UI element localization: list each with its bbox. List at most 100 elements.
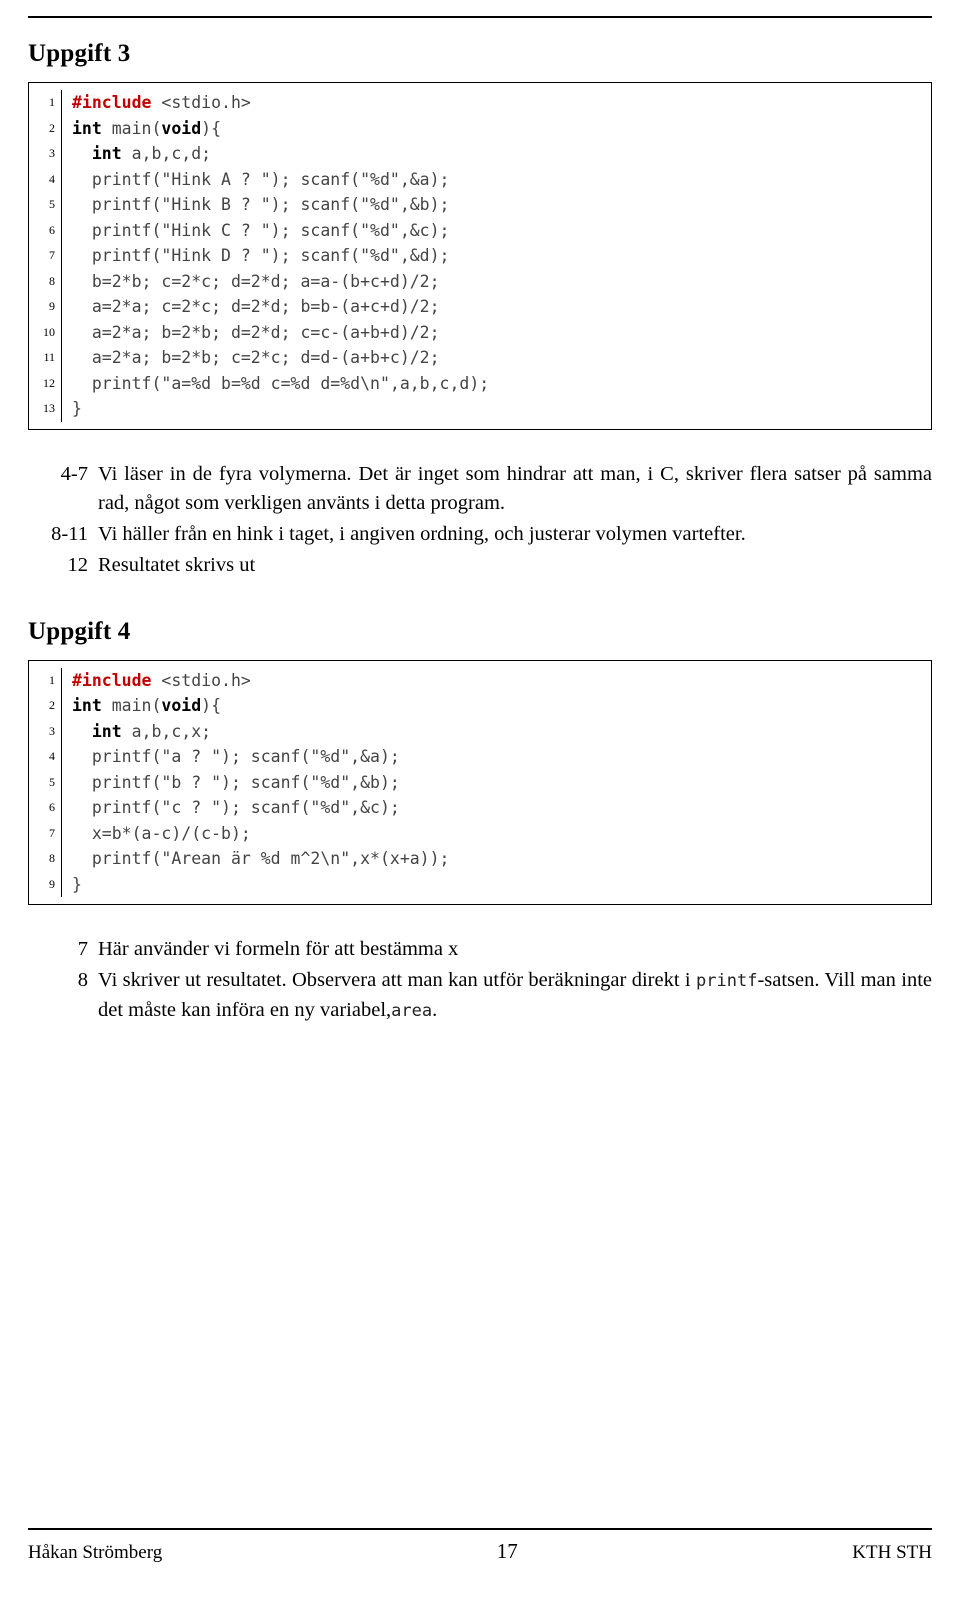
footer-page-number: 17 — [496, 1539, 518, 1563]
note-text-before: Vi skriver ut resultatet. Observera att … — [98, 969, 697, 991]
code-token: } — [72, 399, 82, 418]
code-table: 1 #include <stdio.h> 2 int main(void){3 int… — [29, 667, 932, 897]
code-line-number: 10 — [29, 319, 62, 345]
code-line-text: a=2*a; c=2*c; d=2*d; b=b-(a+c+d)/2; — [62, 294, 932, 320]
code-line-text: int a,b,c,d; — [62, 141, 932, 167]
code-line: 11 a=2*a; b=2*b; c=2*c; d=d-(a+b+c)/2; — [29, 345, 931, 371]
code-token: main( — [101, 118, 162, 138]
section-title-uppgift-3: Uppgift 3 — [28, 40, 131, 67]
code-token: printf("Hink D ? "); scanf("%d",&d); — [72, 246, 450, 265]
code-line-number: 4 — [29, 744, 62, 770]
code-line-number: 5 — [29, 769, 62, 795]
code-line-number: 9 — [29, 871, 62, 897]
code-line-text: #include <stdio.h> — [62, 90, 932, 116]
code-token: a=2*a; c=2*c; d=2*d; b=b-(a+c+d)/2; — [72, 297, 440, 316]
note-text-rich: Vi skriver ut resultatet. Observera att … — [98, 966, 932, 1026]
footer-row: Håkan Strömberg 17 KTH STH — [28, 1530, 932, 1564]
code-line-text: printf("Hink D ? "); scanf("%d",&d); — [62, 243, 932, 269]
code-line-text: b=2*b; c=2*c; d=2*d; a=a-(b+c+d)/2; — [62, 269, 932, 295]
code-line-number: 1 — [29, 90, 62, 116]
page-footer: Håkan Strömberg 17 KTH STH — [28, 1528, 932, 1564]
code-token: void — [161, 118, 202, 138]
code-line-text: printf("a=%d b=%d c=%d d=%d\n",a,b,c,d); — [62, 371, 932, 397]
note-text: Vi häller från en hink i taget, i angive… — [98, 522, 746, 545]
note-row: 4-7 Vi läser in de fyra volymerna. Det ä… — [46, 460, 932, 518]
code-line: 4 printf("Hink A ? "); scanf("%d",&a); — [29, 166, 932, 193]
code-token: x=b*(a-c)/(c-b); — [72, 823, 251, 843]
code-token: a,b,c,d; — [121, 144, 212, 163]
code-listing-uppgift-3: 1 #include <stdio.h> 2 int main(void){3 int… — [28, 82, 932, 430]
code-line-text: int a,b,c,x; — [62, 719, 932, 745]
code-token: printf("Hink C ? "); scanf("%d",&c); — [72, 220, 450, 240]
note-code-printf: printf — [696, 971, 758, 991]
code-token: int — [91, 144, 122, 163]
note-row: 12 Resultatet skrivs ut — [46, 551, 932, 580]
code-token: printf("Hink B ? "); scanf("%d",&b); — [72, 195, 450, 214]
code-token: #include — [72, 93, 152, 112]
code-line: 2 int main(void){ — [29, 693, 931, 719]
code-line-number: 11 — [29, 345, 62, 371]
code-line: 6 printf("c ? "); scanf("%d",&c); — [29, 795, 931, 821]
code-line-number: 13 — [29, 396, 62, 422]
code-line-number: 9 — [29, 294, 62, 320]
header-rule — [28, 16, 932, 18]
code-line: 5 printf("b ? "); scanf("%d",&b); — [29, 769, 931, 795]
note-marker: 4-7 — [60, 462, 88, 485]
code-token: printf("a=%d b=%d c=%d d=%d\n",a,b,c,d); — [72, 373, 490, 393]
code-line: 7 x=b*(a-c)/(c-b); — [29, 820, 932, 847]
code-token: int — [91, 721, 122, 741]
note-marker: 8-11 — [51, 522, 88, 545]
code-line: 9} — [29, 871, 931, 897]
code-line: 12 printf("a=%d b=%d c=%d d=%d\n",a,b,c,… — [29, 370, 932, 397]
code-line-text: a=2*a; b=2*b; d=2*d; c=c-(a+b+d)/2; — [62, 320, 932, 346]
code-token: void — [161, 696, 202, 715]
code-line: 3 int a,b,c,x; — [29, 718, 932, 745]
footer-institution: KTH STH — [852, 1542, 932, 1563]
code-line: 13} — [29, 396, 931, 422]
code-line-text: x=b*(a-c)/(c-b); — [62, 821, 932, 847]
code-line-number: 6 — [29, 795, 62, 821]
page-content: Uppgift 3 1 #include <stdio.h> 2 int main(v… — [28, 40, 932, 1026]
code-token: int — [72, 118, 102, 138]
code-line-number: 1 — [29, 667, 62, 693]
code-line: 2 int main(void){ — [29, 115, 931, 141]
note-row: 8-11 Vi häller från en hink i taget, i a… — [46, 520, 932, 549]
document-page: Uppgift 3 1 #include <stdio.h> 2 int main(v… — [0, 0, 960, 1599]
note-text-end: . — [432, 999, 438, 1021]
code-line-text: printf("Arean är %d m^2\n",x*(x+a)); — [62, 846, 932, 872]
code-line-number: 5 — [29, 192, 62, 218]
footer-author: Håkan Strömberg — [28, 1542, 163, 1563]
code-token: } — [72, 874, 82, 894]
code-token: <stdio.h> — [151, 670, 251, 690]
code-line: 1 #include <stdio.h> — [29, 667, 931, 693]
code-token: printf("Hink A ? "); scanf("%d",&a); — [72, 169, 450, 189]
code-line: 7 printf("Hink D ? "); scanf("%d",&d); — [29, 243, 931, 269]
notes-uppgift-3: 4-7 Vi läser in de fyra volymerna. Det ä… — [46, 460, 932, 580]
code-token: a=2*a; b=2*b; d=2*d; c=c-(a+b+d)/2; — [72, 322, 440, 342]
code-line: 9 a=2*a; c=2*c; d=2*d; b=b-(a+c+d)/2; — [29, 294, 931, 320]
code-line: 8 b=2*b; c=2*c; d=2*d; a=a-(b+c+d)/2; — [29, 268, 932, 295]
code-line-number: 7 — [29, 243, 62, 269]
code-token: int — [72, 696, 102, 715]
code-line-number: 12 — [29, 370, 62, 396]
code-line: 10 a=2*a; b=2*b; d=2*d; c=c-(a+b+d)/2; — [29, 319, 932, 346]
code-line-number: 8 — [29, 846, 62, 872]
code-line: 8 printf("Arean är %d m^2\n",x*(x+a)); — [29, 846, 931, 872]
code-token: a,b,c,x; — [121, 721, 212, 741]
code-token: ){ — [201, 118, 222, 138]
code-line-text: printf("Hink A ? "); scanf("%d",&a); — [62, 167, 932, 193]
note-text: Resultatet skrivs ut — [98, 553, 256, 576]
code-token: printf("b ? "); scanf("%d",&b); — [72, 772, 400, 792]
note-text: Vi läser in de fyra volymerna. Det är in… — [98, 462, 932, 514]
code-line-number: 3 — [29, 718, 62, 744]
notes-uppgift-4: 7 Här använder vi formeln för att bestäm… — [46, 935, 932, 1026]
code-listing-uppgift-4: 1 #include <stdio.h> 2 int main(void){3 int… — [28, 659, 932, 905]
code-line-text: printf("c ? "); scanf("%d",&c); — [62, 795, 932, 821]
note-row: 7 Här använder vi formeln för att bestäm… — [46, 935, 932, 964]
code-line-text: int main(void){ — [62, 693, 932, 719]
code-line: 4 printf("a ? "); scanf("%d",&a); — [29, 744, 931, 770]
code-token: #include — [72, 670, 152, 690]
code-line-number: 6 — [29, 217, 62, 243]
